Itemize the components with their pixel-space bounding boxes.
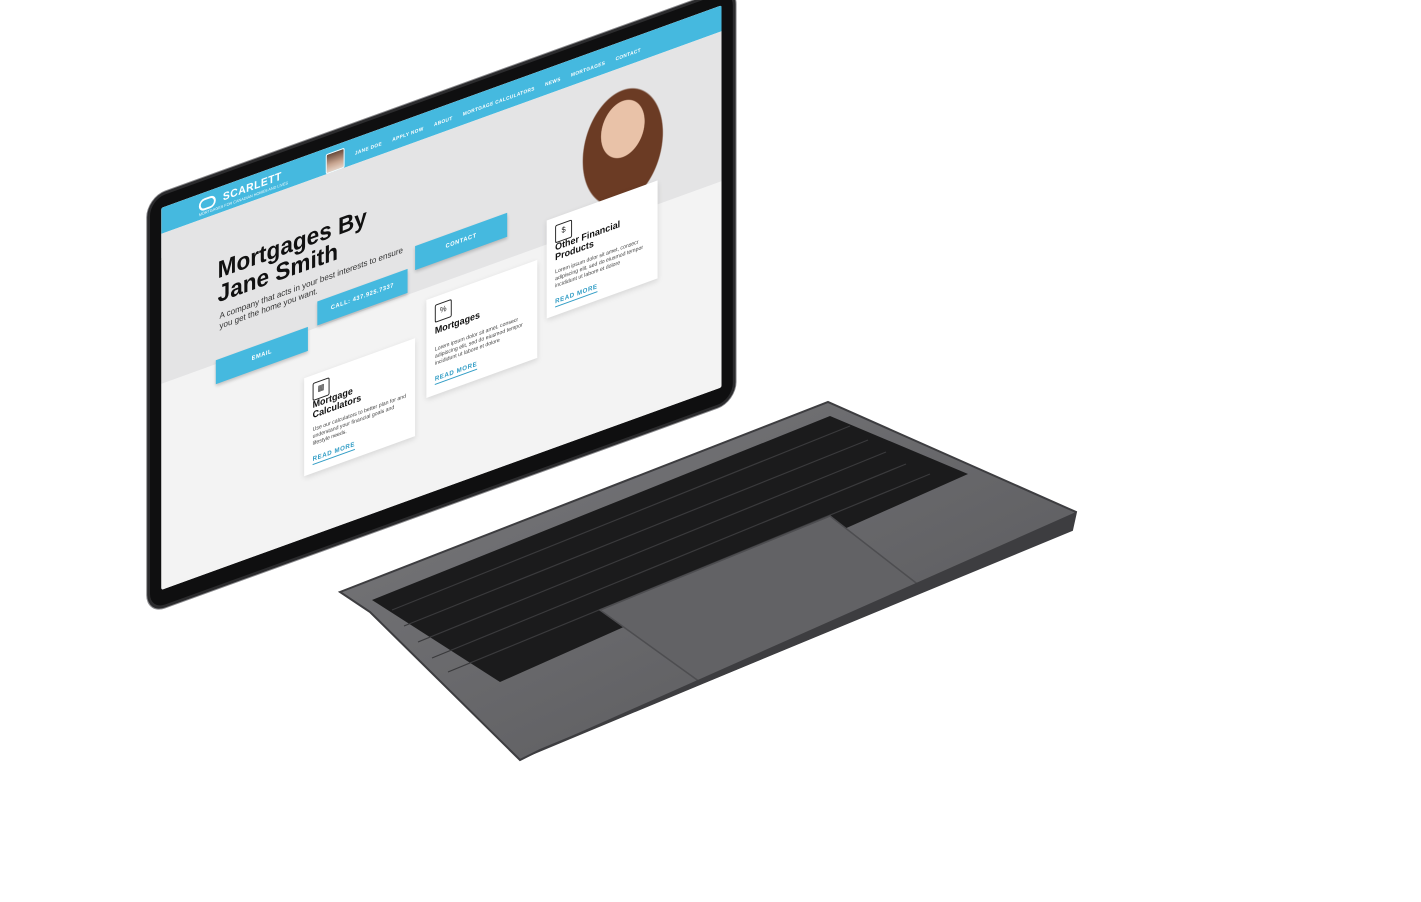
nav-about[interactable]: ABOUT bbox=[434, 116, 453, 129]
mockup-stage: SCARLETT MORTGAGES FOR CANADIAN HOMES AN… bbox=[0, 0, 1421, 902]
nav-news[interactable]: NEWS bbox=[545, 76, 561, 88]
nav-contact[interactable]: CONTACT bbox=[616, 47, 641, 62]
house-percent-icon: % bbox=[434, 298, 452, 323]
